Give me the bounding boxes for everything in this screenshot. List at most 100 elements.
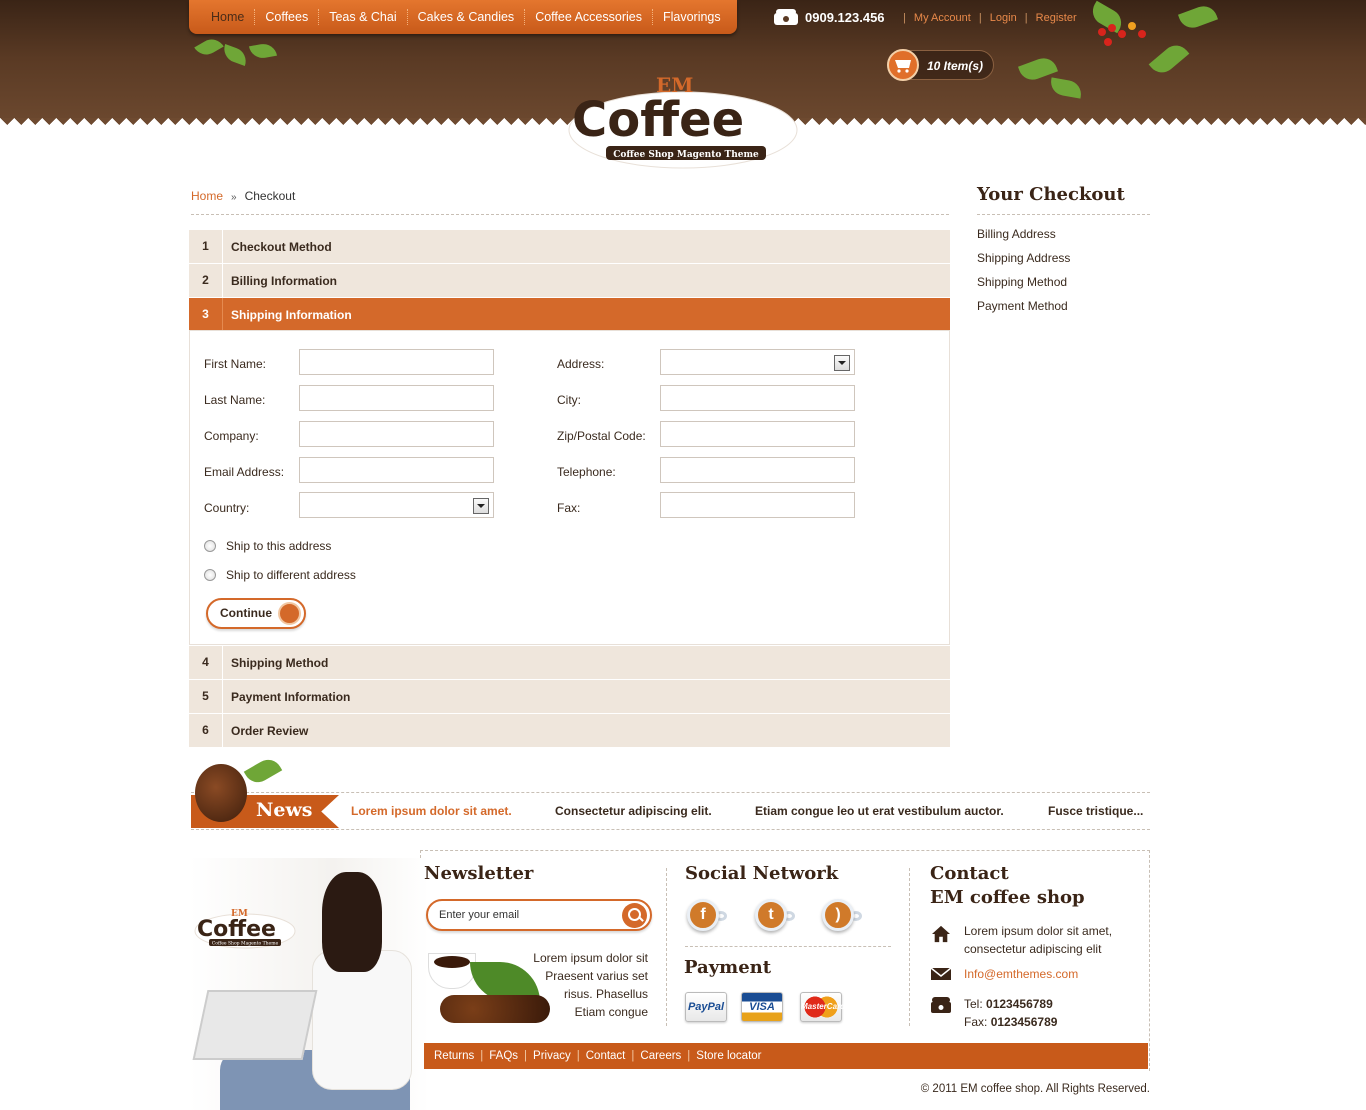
- city-label: City:: [557, 393, 581, 407]
- telephone-icon: [931, 997, 951, 1013]
- step-label: Shipping Information: [231, 307, 352, 322]
- continue-button[interactable]: Continue: [206, 598, 306, 629]
- first-name-field[interactable]: [299, 349, 494, 375]
- step-number: 5: [189, 680, 223, 713]
- newsletter-line: Praesent varius set: [545, 969, 648, 983]
- address-select[interactable]: [660, 349, 855, 375]
- coffee-berry: [1108, 24, 1116, 32]
- footer-link-contact[interactable]: Contact: [586, 1050, 626, 1062]
- nav-item-coffee-accessories[interactable]: Coffee Accessories: [525, 9, 653, 25]
- continue-label: Continue: [220, 606, 272, 620]
- payment-title: Payment: [684, 957, 772, 978]
- footer-logo[interactable]: EM Coffee Coffee Shop Magento Theme: [193, 905, 297, 949]
- envelope-icon: [930, 967, 952, 980]
- footer-link-returns[interactable]: Returns: [434, 1050, 474, 1062]
- news-item[interactable]: Consectetur adipiscing elit.: [555, 804, 712, 818]
- nav-item-coffees[interactable]: Coffees: [255, 9, 320, 25]
- leaf-decoration: [243, 754, 283, 788]
- ship-to-different-address-label[interactable]: Ship to different address: [226, 568, 356, 582]
- ship-to-this-address-radio[interactable]: [204, 540, 216, 552]
- footer-link-faqs[interactable]: FAQs: [489, 1050, 518, 1062]
- contact-email[interactable]: Info@emthemes.com: [964, 965, 1078, 983]
- em-coffee-logo[interactable]: EM Coffee Coffee Shop Magento Theme: [566, 70, 800, 170]
- fax-field[interactable]: [660, 492, 855, 518]
- contact-title: Contact: [930, 863, 1009, 884]
- footer-link-privacy[interactable]: Privacy: [533, 1050, 571, 1062]
- step-number: 3: [189, 298, 223, 331]
- news-item[interactable]: Etiam congue leo ut erat vestibulum auct…: [755, 804, 1004, 818]
- cart-widget[interactable]: 10 Item(s): [887, 49, 994, 81]
- breadcrumb-separator: »: [231, 192, 237, 203]
- email-label: Email Address:: [204, 465, 285, 479]
- country-select[interactable]: [299, 492, 494, 518]
- visa-label: VISA: [749, 1001, 775, 1013]
- country-label: Country:: [204, 501, 250, 515]
- footer-link-store-locator[interactable]: Store locator: [696, 1050, 761, 1062]
- step-payment-information[interactable]: 5 Payment Information: [189, 680, 950, 713]
- register-link[interactable]: Register: [1036, 12, 1077, 24]
- step-order-review[interactable]: 6 Order Review: [189, 714, 950, 747]
- step-number: 4: [189, 646, 223, 679]
- coffee-berry: [1104, 38, 1112, 46]
- nav-item-home[interactable]: Home: [201, 9, 256, 25]
- sidebar-item-payment-method[interactable]: Payment Method: [977, 299, 1068, 313]
- shipping-form-panel: [189, 330, 950, 645]
- sidebar-item-shipping-address[interactable]: Shipping Address: [977, 251, 1070, 265]
- nav-item-flavorings[interactable]: Flavorings: [653, 9, 731, 25]
- login-link[interactable]: Login: [990, 12, 1017, 24]
- footer-divider: [666, 868, 667, 1026]
- nav-item-teas-chai[interactable]: Teas & Chai: [319, 9, 408, 25]
- phone-number: 0909.123.456: [805, 9, 885, 25]
- address-line: Lorem ipsum dolor sit amet,: [964, 924, 1113, 938]
- step-label: Checkout Method: [231, 239, 332, 254]
- logo-tagline: Coffee Shop Magento Theme: [613, 150, 759, 160]
- last-name-label: Last Name:: [204, 393, 266, 407]
- nav-item-cakes-candies[interactable]: Cakes & Candies: [408, 9, 526, 25]
- news-item[interactable]: Lorem ipsum dolor sit amet.: [351, 804, 512, 818]
- footer-divider: [909, 868, 910, 1026]
- twitter-icon[interactable]: t: [753, 897, 797, 935]
- breadcrumb-home[interactable]: Home: [191, 189, 223, 203]
- step-shipping-method[interactable]: 4 Shipping Method: [189, 646, 950, 679]
- company-field[interactable]: [299, 421, 494, 447]
- telephone-icon: [774, 9, 798, 25]
- tel-number: 0123456789: [986, 997, 1053, 1011]
- newsletter-line: Lorem ipsum dolor sit: [533, 951, 648, 965]
- facebook-icon[interactable]: f: [685, 897, 729, 935]
- email-field[interactable]: [299, 457, 494, 483]
- step-number: 6: [189, 714, 223, 747]
- social-network-title: Social Network: [685, 863, 839, 884]
- coffee-berry: [1128, 22, 1136, 30]
- sidebar-item-shipping-method[interactable]: Shipping Method: [977, 275, 1067, 289]
- telephone-field[interactable]: [660, 457, 855, 483]
- news-item[interactable]: Fusce tristique...: [1048, 804, 1143, 818]
- cart-count: 10 Item(s): [927, 59, 984, 73]
- newsletter-title: Newsletter: [424, 863, 534, 884]
- coffee-bean-icon: [278, 602, 301, 625]
- zip-field[interactable]: [660, 421, 855, 447]
- step-checkout-method[interactable]: 1 Checkout Method: [189, 230, 950, 263]
- breadcrumb: Home » Checkout: [191, 189, 949, 215]
- sidebar-item-billing-address[interactable]: Billing Address: [977, 227, 1056, 241]
- newsletter-email-input[interactable]: Enter your email: [426, 899, 652, 931]
- my-account-link[interactable]: My Account: [914, 12, 971, 24]
- contact-address: Lorem ipsum dolor sit amet, consectetur …: [964, 922, 1112, 958]
- copyright-text: © 2011 EM coffee shop. All Rights Reserv…: [920, 1083, 1150, 1095]
- rss-icon[interactable]: ): [820, 897, 864, 935]
- last-name-field[interactable]: [299, 385, 494, 411]
- header-phone: 0909.123.456: [773, 8, 885, 26]
- visa-icon: VISA: [741, 992, 783, 1022]
- fax-number: 0123456789: [990, 1015, 1058, 1029]
- newsletter-line: Etiam congue: [574, 1005, 648, 1019]
- step-shipping-information[interactable]: 3 Shipping Information: [189, 298, 950, 331]
- newsletter-text: Lorem ipsum dolor sit Praesent varius se…: [520, 949, 648, 1021]
- search-icon[interactable]: [622, 903, 647, 928]
- ship-to-different-address-radio[interactable]: [204, 569, 216, 581]
- home-icon: [932, 925, 950, 943]
- first-name-label: First Name:: [204, 357, 267, 371]
- footer-link-careers[interactable]: Careers: [640, 1050, 681, 1062]
- footer-logo-tagline: Coffee Shop Magento Theme: [212, 941, 279, 947]
- ship-to-this-address-label[interactable]: Ship to this address: [226, 539, 331, 553]
- city-field[interactable]: [660, 385, 855, 411]
- step-billing-information[interactable]: 2 Billing Information: [189, 264, 950, 297]
